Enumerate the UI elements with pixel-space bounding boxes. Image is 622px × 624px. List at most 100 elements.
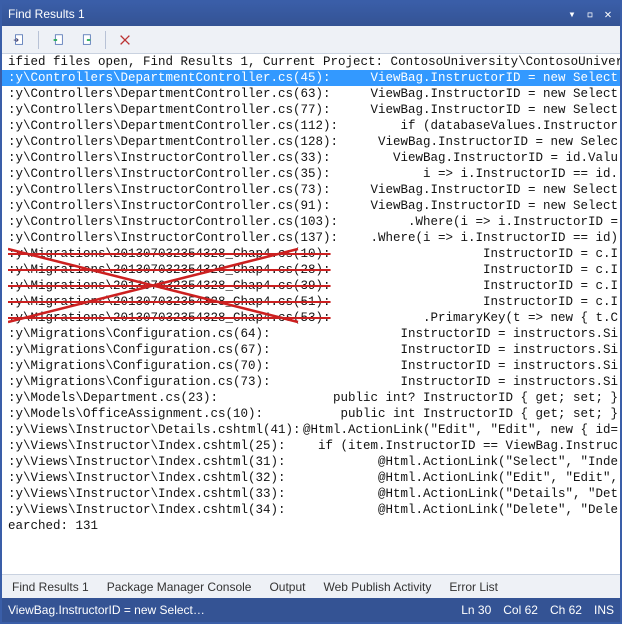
result-path: :y\Controllers\DepartmentController.cs(1… bbox=[8, 118, 338, 134]
result-path: :y\Migrations\201307032354328_Chap4.cs(5… bbox=[8, 294, 331, 310]
result-snippet: .Where(i => i.InstructorID = bbox=[338, 214, 620, 230]
result-snippet: InstructorID = c.I bbox=[331, 262, 620, 278]
statusbar-line: Ln 30 bbox=[461, 603, 491, 617]
toolbar bbox=[2, 26, 620, 54]
result-snippet: InstructorID = instructors.Si bbox=[271, 358, 620, 374]
toolbar-separator bbox=[105, 31, 106, 49]
result-line[interactable]: :y\Controllers\InstructorController.cs(1… bbox=[2, 214, 620, 230]
result-line[interactable]: :y\Controllers\DepartmentController.cs(6… bbox=[2, 86, 620, 102]
result-line[interactable]: :y\Views\Instructor\Index.cshtml(31):@Ht… bbox=[2, 454, 620, 470]
result-snippet: InstructorID = c.I bbox=[331, 294, 620, 310]
result-line[interactable]: :y\Migrations\201307032354328_Chap4.cs(3… bbox=[2, 278, 620, 294]
result-line[interactable]: :y\Migrations\Configuration.cs(67):Instr… bbox=[2, 342, 620, 358]
result-snippet: @Html.ActionLink("Delete", "Dele bbox=[286, 502, 620, 518]
result-path: :y\Migrations\Configuration.cs(67): bbox=[8, 342, 271, 358]
results-header-line: ified files open, Find Results 1, Curren… bbox=[2, 54, 620, 70]
result-path: :y\Controllers\InstructorController.cs(1… bbox=[8, 214, 338, 230]
prev-result-button[interactable] bbox=[47, 29, 69, 51]
result-path: :y\Models\Department.cs(23): bbox=[8, 390, 218, 406]
result-line[interactable]: :y\Migrations\201307032354328_Chap4.cs(2… bbox=[2, 262, 620, 278]
result-line[interactable]: :y\Migrations\Configuration.cs(73):Instr… bbox=[2, 374, 620, 390]
result-path: :y\Views\Instructor\Index.cshtml(25): bbox=[8, 438, 286, 454]
result-line[interactable]: :y\Controllers\DepartmentController.cs(7… bbox=[2, 102, 620, 118]
tab-output[interactable]: Output bbox=[267, 580, 307, 594]
result-line[interactable]: :y\Controllers\InstructorController.cs(3… bbox=[2, 166, 620, 182]
result-line[interactable]: :y\Models\Department.cs(23):public int? … bbox=[2, 390, 620, 406]
result-line[interactable]: :y\Migrations\201307032354328_Chap4.cs(5… bbox=[2, 310, 620, 326]
result-line[interactable]: :y\Controllers\InstructorController.cs(9… bbox=[2, 198, 620, 214]
result-path: :y\Controllers\InstructorController.cs(3… bbox=[8, 150, 331, 166]
clear-all-button[interactable] bbox=[114, 29, 136, 51]
result-line[interactable]: :y\Controllers\DepartmentController.cs(1… bbox=[2, 118, 620, 134]
result-path: :y\Migrations\201307032354328_Chap4.cs(3… bbox=[8, 278, 331, 294]
result-path: :y\Migrations\Configuration.cs(70): bbox=[8, 358, 271, 374]
result-line[interactable]: :y\Views\Instructor\Index.cshtml(34):@Ht… bbox=[2, 502, 620, 518]
go-to-location-button[interactable] bbox=[8, 29, 30, 51]
result-path: :y\Controllers\InstructorController.cs(3… bbox=[8, 166, 331, 182]
result-path: :y\Migrations\201307032354328_Chap4.cs(2… bbox=[8, 262, 331, 278]
result-line[interactable]: :y\Migrations\Configuration.cs(64):Instr… bbox=[2, 326, 620, 342]
result-path: :y\Views\Instructor\Index.cshtml(32): bbox=[8, 470, 286, 486]
result-path: :y\Controllers\DepartmentController.cs(4… bbox=[8, 70, 331, 86]
results-text-area[interactable]: ified files open, Find Results 1, Curren… bbox=[2, 54, 620, 534]
statusbar-ins: INS bbox=[594, 603, 614, 617]
result-snippet: ViewBag.InstructorID = new Select bbox=[331, 198, 620, 214]
result-path: :y\Migrations\Configuration.cs(73): bbox=[8, 374, 271, 390]
clear-icon bbox=[118, 33, 132, 47]
result-line[interactable]: :y\Controllers\DepartmentController.cs(1… bbox=[2, 134, 620, 150]
close-icon[interactable]: ✕ bbox=[600, 6, 616, 22]
statusbar-col: Col 62 bbox=[503, 603, 538, 617]
title-text: Find Results 1 bbox=[8, 7, 85, 21]
result-snippet: public int? InstructorID { get; set; } bbox=[218, 390, 620, 406]
result-path: :y\Views\Instructor\Index.cshtml(34): bbox=[8, 502, 286, 518]
result-path: :y\Views\Instructor\Index.cshtml(33): bbox=[8, 486, 286, 502]
window-menu-icon[interactable]: ▾ bbox=[564, 6, 580, 22]
result-snippet: .Where(i => i.InstructorID == id) bbox=[338, 230, 620, 246]
result-path: :y\Controllers\DepartmentController.cs(7… bbox=[8, 102, 331, 118]
result-snippet: ViewBag.InstructorID = new Selec bbox=[338, 134, 620, 150]
tab-web-publish[interactable]: Web Publish Activity bbox=[322, 580, 434, 594]
result-path: :y\Controllers\InstructorController.cs(1… bbox=[8, 230, 338, 246]
result-snippet: ViewBag.InstructorID = id.Valu bbox=[331, 150, 620, 166]
prev-icon bbox=[51, 33, 65, 47]
result-line[interactable]: :y\Controllers\InstructorController.cs(3… bbox=[2, 150, 620, 166]
result-line[interactable]: :y\Controllers\DepartmentController.cs(4… bbox=[2, 70, 620, 86]
maximize-icon[interactable]: ▫ bbox=[582, 6, 598, 22]
result-line[interactable]: :y\Models\OfficeAssignment.cs(10):public… bbox=[2, 406, 620, 422]
result-line[interactable]: :y\Migrations\Configuration.cs(70):Instr… bbox=[2, 358, 620, 374]
bottom-tabs: Find Results 1 Package Manager Console O… bbox=[2, 574, 620, 598]
result-snippet: ViewBag.InstructorID = new Select bbox=[331, 70, 620, 86]
result-line[interactable]: :y\Views\Instructor\Details.cshtml(41):@… bbox=[2, 422, 620, 438]
statusbar-ch: Ch 62 bbox=[550, 603, 582, 617]
result-path: :y\Controllers\InstructorController.cs(7… bbox=[8, 182, 331, 198]
result-path: :y\Migrations\201307032354328_Chap4.cs(1… bbox=[8, 246, 331, 262]
tab-find-results[interactable]: Find Results 1 bbox=[10, 580, 91, 594]
result-line[interactable]: :y\Views\Instructor\Index.cshtml(32):@Ht… bbox=[2, 470, 620, 486]
result-line[interactable]: :y\Controllers\InstructorController.cs(7… bbox=[2, 182, 620, 198]
result-line[interactable]: :y\Views\Instructor\Index.cshtml(33):@Ht… bbox=[2, 486, 620, 502]
tab-error-list[interactable]: Error List bbox=[447, 580, 500, 594]
result-line[interactable]: :y\Migrations\201307032354328_Chap4.cs(5… bbox=[2, 294, 620, 310]
result-snippet: InstructorID = instructors.Si bbox=[271, 342, 620, 358]
result-line[interactable]: :y\Controllers\InstructorController.cs(1… bbox=[2, 230, 620, 246]
result-path: :y\Models\OfficeAssignment.cs(10): bbox=[8, 406, 263, 422]
next-result-button[interactable] bbox=[75, 29, 97, 51]
result-path: :y\Controllers\InstructorController.cs(9… bbox=[8, 198, 331, 214]
titlebar: Find Results 1 ▾ ▫ ✕ bbox=[2, 2, 620, 26]
result-snippet: ViewBag.InstructorID = new Select bbox=[331, 182, 620, 198]
result-snippet: InstructorID = instructors.Si bbox=[271, 374, 620, 390]
result-path: :y\Controllers\DepartmentController.cs(6… bbox=[8, 86, 331, 102]
result-snippet: ViewBag.InstructorID = new Select bbox=[331, 102, 620, 118]
results-footer-line: earched: 131 bbox=[2, 518, 620, 534]
result-line[interactable]: :y\Views\Instructor\Index.cshtml(25):if … bbox=[2, 438, 620, 454]
result-line[interactable]: :y\Migrations\201307032354328_Chap4.cs(1… bbox=[2, 246, 620, 262]
tab-pkg-manager[interactable]: Package Manager Console bbox=[105, 580, 254, 594]
result-snippet: if (item.InstructorID == ViewBag.Instruc bbox=[286, 438, 620, 454]
arrow-document-icon bbox=[12, 33, 26, 47]
result-snippet: InstructorID = c.I bbox=[331, 278, 620, 294]
result-snippet: i => i.InstructorID == id. bbox=[331, 166, 620, 182]
result-snippet: ViewBag.InstructorID = new Select bbox=[331, 86, 620, 102]
toolbar-separator bbox=[38, 31, 39, 49]
result-snippet: InstructorID = instructors.Si bbox=[271, 326, 620, 342]
result-path: :y\Views\Instructor\Details.cshtml(41): bbox=[8, 422, 301, 438]
